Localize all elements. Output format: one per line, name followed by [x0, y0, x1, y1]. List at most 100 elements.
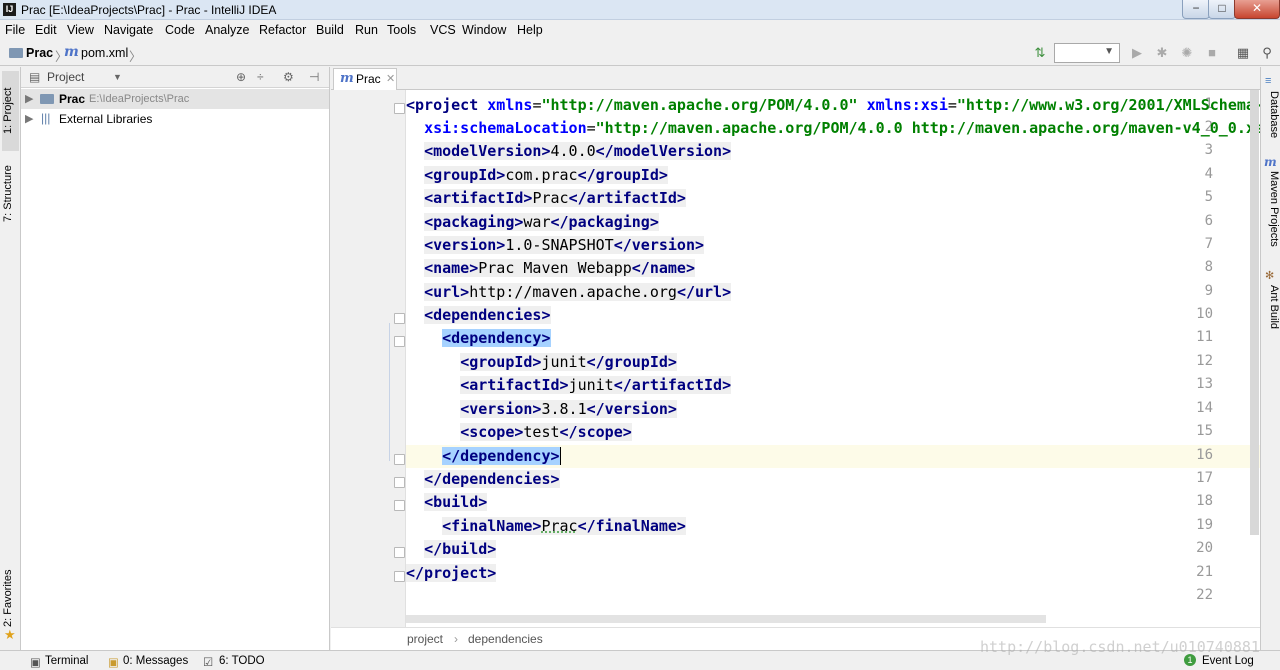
hide-icon[interactable]: ⊣: [309, 70, 319, 84]
nav-project[interactable]: Prac: [26, 46, 53, 60]
sort-icon[interactable]: ⇅: [1033, 46, 1047, 60]
maximize-button[interactable]: □: [1208, 0, 1236, 19]
code-line[interactable]: <modelVersion>4.0.0</modelVersion>: [406, 140, 1260, 163]
project-panel: ▤ Project ▼ ⊕ ÷ ⚙ ⊣ ▶ Prac E:\IdeaProjec…: [21, 67, 330, 650]
indent-guide: [389, 323, 390, 461]
code-line[interactable]: <packaging>war</packaging>: [406, 211, 1260, 234]
fold-marker-icon[interactable]: [394, 313, 405, 324]
code-line[interactable]: <groupId>junit</groupId>: [406, 351, 1260, 374]
chevron-right-icon[interactable]: ▶: [25, 92, 33, 105]
code-line[interactable]: <scope>test</scope>: [406, 421, 1260, 444]
search-icon[interactable]: ⚲: [1260, 46, 1274, 60]
menu-vcs[interactable]: VCS: [430, 23, 456, 37]
chevron-down-icon[interactable]: ▼: [113, 72, 122, 82]
chevron-right-icon: 〉: [129, 50, 142, 64]
code-line[interactable]: <version>3.8.1</version>: [406, 398, 1260, 421]
ant-build-tool-tab[interactable]: Ant Build: [1263, 285, 1280, 345]
event-log-tab[interactable]: Event Log: [1202, 655, 1254, 667]
menu-code[interactable]: Code: [165, 23, 195, 37]
nav-file[interactable]: pom.xml: [81, 46, 128, 60]
project-tool-tab[interactable]: 1: Project: [2, 71, 19, 151]
gear-icon[interactable]: ⚙: [283, 70, 294, 84]
messages-tab[interactable]: 0: Messages: [123, 655, 188, 667]
tree-item-external-libraries[interactable]: ▶ ||| External Libraries: [21, 109, 329, 129]
module-folder-icon: [40, 94, 54, 104]
stop-icon[interactable]: ■: [1205, 46, 1219, 60]
code-line[interactable]: [406, 585, 1260, 608]
code-line[interactable]: <finalName>Prac</finalName>: [406, 515, 1260, 538]
fold-marker-icon[interactable]: [394, 500, 405, 511]
favorites-tool-tab[interactable]: 2: Favorites: [2, 563, 19, 633]
close-tab-icon[interactable]: ✕: [386, 72, 395, 85]
tree-item-prac[interactable]: ▶ Prac E:\IdeaProjects\Prac: [21, 89, 329, 109]
code-line[interactable]: <url>http://maven.apache.org</url>: [406, 281, 1260, 304]
structure-tool-tab[interactable]: 7: Structure: [2, 155, 19, 233]
left-tool-stripe: 1: Project 7: Structure 2: Favorites ★: [0, 67, 21, 650]
terminal-icon: ▣: [30, 657, 41, 669]
fold-marker-icon[interactable]: [394, 571, 405, 582]
library-icon: |||: [41, 111, 51, 125]
code-line[interactable]: <dependency>: [406, 327, 1260, 350]
code-line[interactable]: xsi:schemaLocation="http://maven.apache.…: [406, 117, 1260, 140]
vertical-scrollbar[interactable]: [1250, 90, 1259, 535]
code-line[interactable]: <build>: [406, 491, 1260, 514]
menu-build[interactable]: Build: [316, 23, 344, 37]
menu-view[interactable]: View: [67, 23, 94, 37]
code-line[interactable]: <artifactId>junit</artifactId>: [406, 374, 1260, 397]
intellij-logo-icon: IJ: [3, 3, 16, 16]
run-icon[interactable]: ▶: [1130, 46, 1144, 60]
code-line[interactable]: <dependencies>: [406, 304, 1260, 327]
fold-marker-icon[interactable]: [394, 103, 405, 114]
chevron-right-icon[interactable]: ▶: [25, 112, 33, 125]
menu-navigate[interactable]: Navigate: [104, 23, 153, 37]
project-structure-icon[interactable]: ▦: [1236, 46, 1250, 60]
fold-marker-icon[interactable]: [394, 454, 405, 465]
code-line[interactable]: <groupId>com.prac</groupId>: [406, 164, 1260, 187]
fold-marker-icon[interactable]: [394, 336, 405, 347]
menu-file[interactable]: File: [5, 23, 25, 37]
tab-prac[interactable]: m Prac ✕: [333, 68, 397, 90]
collapse-all-icon[interactable]: ÷: [257, 70, 264, 84]
code-line[interactable]: <project xmlns="http://maven.apache.org/…: [406, 94, 1260, 117]
scroll-from-source-icon[interactable]: ⊕: [236, 70, 246, 84]
code-line[interactable]: </dependencies>: [406, 468, 1260, 491]
todo-icon: ☑: [203, 657, 214, 669]
menu-refactor[interactable]: Refactor: [259, 23, 306, 37]
title-bar: IJ Prac [E:\IdeaProjects\Prac] - Prac - …: [0, 0, 1280, 20]
menu-analyze[interactable]: Analyze: [205, 23, 249, 37]
fold-marker-icon[interactable]: [394, 547, 405, 558]
minimize-button[interactable]: −: [1182, 0, 1210, 19]
code-line[interactable]: <name>Prac Maven Webapp</name>: [406, 257, 1260, 280]
menu-help[interactable]: Help: [517, 23, 543, 37]
watermark: http://blog.csdn.net/u010740881: [980, 638, 1260, 656]
project-panel-title[interactable]: Project: [47, 70, 84, 84]
project-view-icon: ▤: [29, 70, 41, 84]
terminal-tab[interactable]: Terminal: [45, 655, 88, 667]
close-button[interactable]: ✕: [1234, 0, 1280, 19]
todo-tab[interactable]: 6: TODO: [219, 655, 265, 667]
code-line[interactable]: </project>: [406, 562, 1260, 585]
menu-tools[interactable]: Tools: [387, 23, 416, 37]
maven-icon: m: [1264, 155, 1277, 169]
maven-projects-tool-tab[interactable]: Maven Projects: [1263, 171, 1280, 261]
code-line[interactable]: </build>: [406, 538, 1260, 561]
menu-edit[interactable]: Edit: [35, 23, 57, 37]
code-line[interactable]: </dependency>: [406, 445, 1260, 468]
code-line[interactable]: <version>1.0-SNAPSHOT</version>: [406, 234, 1260, 257]
code-line[interactable]: <artifactId>Prac</artifactId>: [406, 187, 1260, 210]
debug-icon[interactable]: ✱: [1155, 46, 1169, 60]
run-config-select[interactable]: ▼: [1054, 43, 1120, 63]
folder-icon: [9, 48, 23, 58]
right-tool-stripe: ≡ Database m Maven Projects ✻ Ant Build: [1260, 67, 1280, 650]
menu-window[interactable]: Window: [462, 23, 506, 37]
navigation-bar: Prac 〉 m pom.xml 〉 ⇅ ▼ ▶ ✱ ✺ ■ ▦ ⚲: [0, 41, 1280, 66]
editor: m Prac ✕ 1 2 3 4 5 6 7 8 9 10 11 12 13 1…: [331, 67, 1260, 650]
menu-run[interactable]: Run: [355, 23, 378, 37]
tree-item-label: External Libraries: [59, 112, 153, 126]
database-tool-tab[interactable]: Database: [1263, 91, 1280, 153]
fold-marker-icon[interactable]: [394, 477, 405, 488]
horizontal-scrollbar[interactable]: [406, 615, 1046, 623]
coverage-icon[interactable]: ✺: [1180, 46, 1194, 60]
breadcrumb-dependencies[interactable]: dependencies: [468, 632, 543, 646]
breadcrumb-project[interactable]: project: [407, 632, 443, 646]
